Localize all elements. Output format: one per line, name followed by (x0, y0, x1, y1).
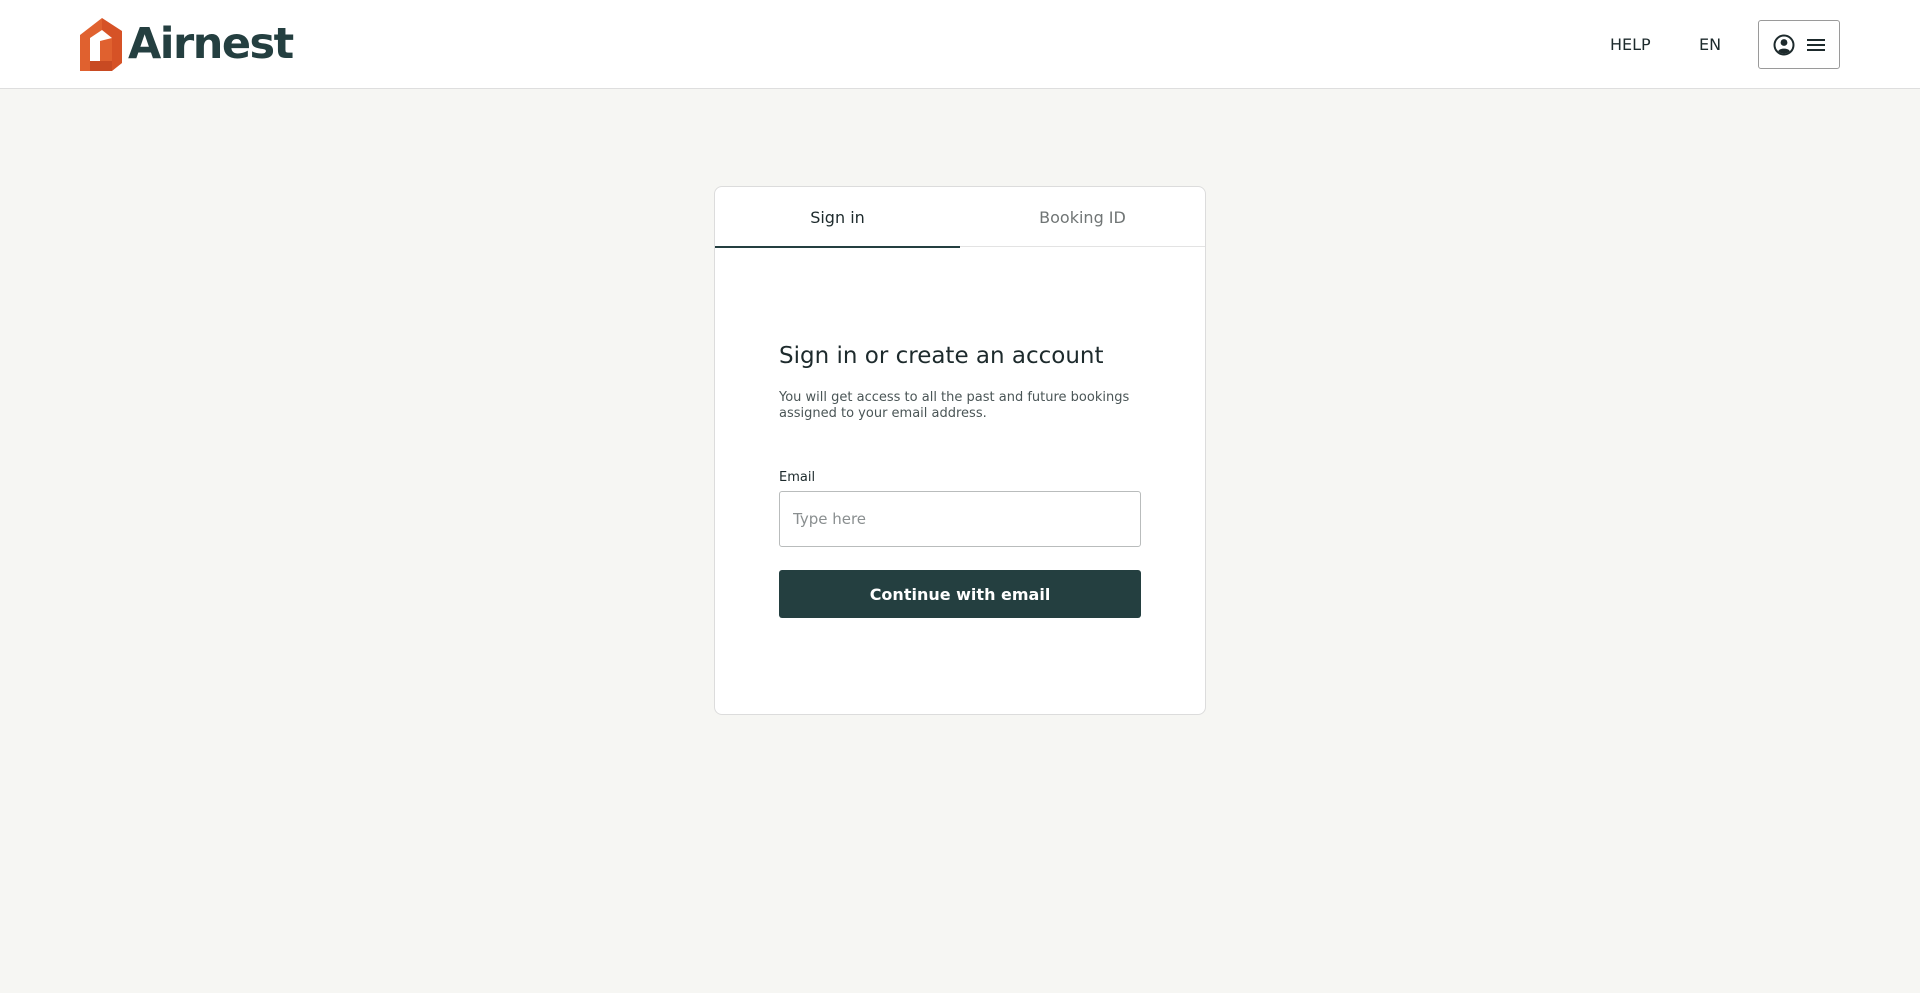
signin-tabs: Sign in Booking ID (715, 187, 1205, 248)
help-link[interactable]: HELP (1610, 35, 1651, 54)
email-label: Email (779, 470, 816, 485)
email-field[interactable] (779, 491, 1141, 547)
signin-title: Sign in or create an account (779, 343, 1104, 369)
language-selector[interactable]: EN (1699, 35, 1721, 54)
tab-booking-id[interactable]: Booking ID (960, 187, 1205, 247)
account-menu-button[interactable] (1758, 20, 1840, 69)
continue-with-email-button[interactable]: Continue with email (779, 570, 1141, 618)
top-header: Airnest HELP EN (0, 0, 1920, 89)
airnest-logo-icon (80, 18, 122, 71)
hamburger-menu-icon (1806, 38, 1825, 51)
tab-sign-in[interactable]: Sign in (715, 187, 960, 248)
signin-description: You will get access to all the past and … (779, 390, 1130, 421)
signin-card: Sign in Booking ID Sign in or create an … (714, 186, 1206, 715)
user-circle-icon (1773, 34, 1794, 55)
airnest-logo[interactable]: Airnest (78, 17, 294, 71)
logo-text: Airnest (128, 19, 294, 69)
